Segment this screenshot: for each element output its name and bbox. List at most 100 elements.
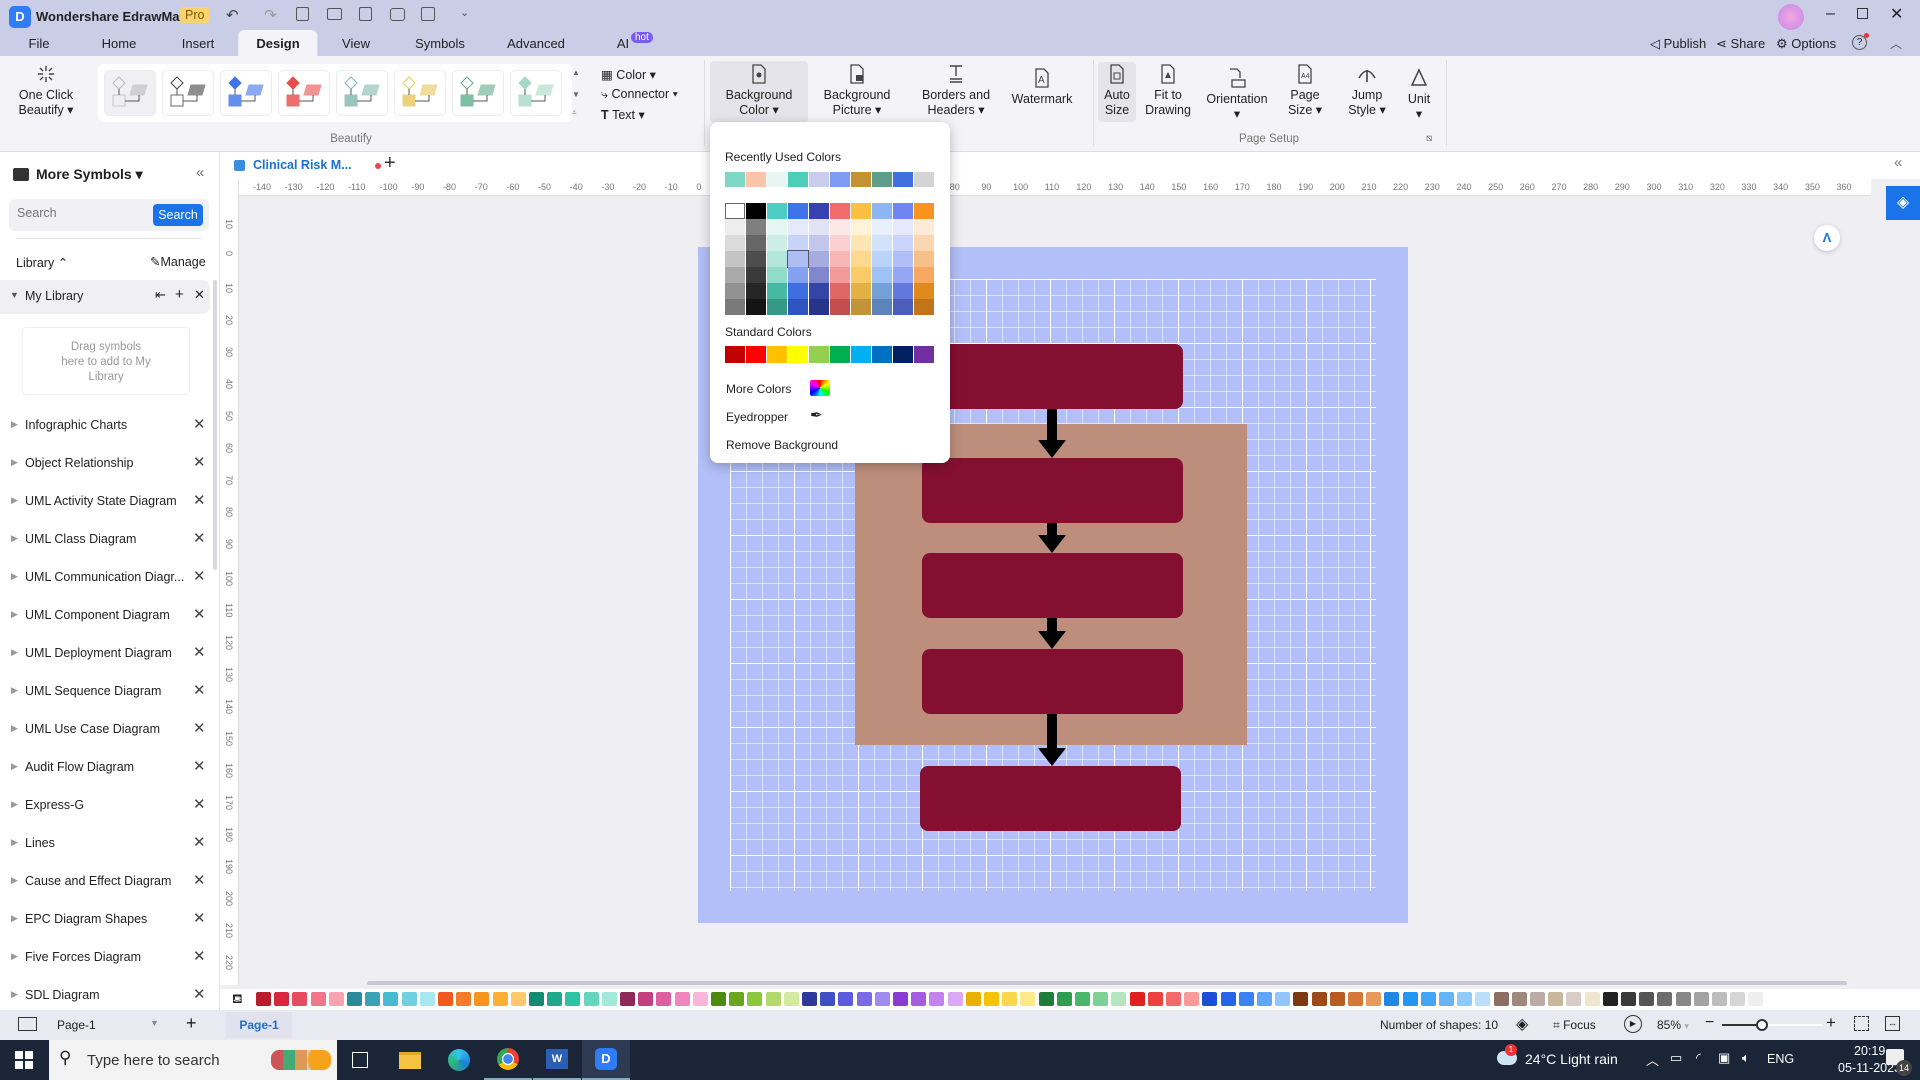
collapse-sidebar-icon[interactable]: « [196,164,204,181]
library-category-item[interactable]: ▶ UML Activity State Diagram ✕ [0,490,215,514]
close-category-icon[interactable]: ✕ [193,567,206,585]
fullscreen-icon[interactable] [1854,1016,1869,1031]
quick-color-swatch[interactable] [874,992,890,1006]
theme-color-swatch[interactable] [830,251,850,267]
standard-color-swatch[interactable] [767,346,787,363]
symbol-search-input[interactable] [17,206,147,220]
theme-color-swatch[interactable] [809,267,829,283]
close-category-icon[interactable]: ✕ [193,871,206,889]
close-category-icon[interactable]: ✕ [193,529,206,547]
quick-color-swatch[interactable] [347,992,362,1006]
gallery-expand[interactable]: ⩡ [572,108,577,118]
theme-color-swatch[interactable] [851,235,871,251]
quick-color-swatch[interactable] [419,992,435,1006]
standard-color-swatch[interactable] [914,346,934,363]
export-icon[interactable] [421,7,435,21]
theme-color-swatch[interactable] [767,251,787,267]
theme-color-swatch[interactable] [830,283,850,299]
theme-color-swatch[interactable] [914,219,934,235]
theme-color-swatch[interactable] [746,251,766,267]
theme-color-swatch[interactable] [830,203,850,219]
quick-color-swatch[interactable] [1348,992,1363,1006]
beautify-style-1[interactable] [104,70,156,116]
quick-color-swatch[interactable] [783,992,799,1006]
theme-color-swatch[interactable] [788,299,808,315]
quick-color-swatch[interactable] [438,992,453,1006]
quick-color-swatch[interactable] [1275,992,1291,1006]
theme-color-swatch[interactable] [914,235,934,251]
close-category-icon[interactable]: ✕ [193,415,206,433]
theme-color-swatch[interactable] [725,219,745,235]
close-category-icon[interactable]: ✕ [193,605,206,623]
recent-color-swatch[interactable] [872,172,892,187]
chrome-icon[interactable] [484,1040,532,1080]
beautify-style-5[interactable] [336,70,388,116]
theme-color-swatch[interactable] [767,235,787,251]
process-box-3[interactable] [922,553,1183,618]
auto-size-button[interactable]: Auto Size [1097,64,1137,118]
theme-color-swatch[interactable] [893,299,913,315]
fit-width-icon[interactable]: ↔ [1885,1016,1900,1031]
print-icon[interactable] [390,8,405,21]
theme-color-swatch[interactable] [788,203,808,219]
tab-home[interactable]: Home [102,36,137,51]
theme-color-swatch[interactable] [809,251,829,267]
close-category-icon[interactable]: ✕ [193,643,206,661]
theme-color-swatch[interactable] [809,219,829,235]
eyedropper-option[interactable]: Eyedropper ✒ [720,405,940,429]
close-category-icon[interactable]: ✕ [193,453,206,471]
quick-color-swatch[interactable] [1730,992,1746,1006]
recent-color-swatch[interactable] [767,172,787,187]
connector-arrow-3[interactable] [1032,618,1072,649]
theme-color-swatch[interactable] [809,203,829,219]
close-category-icon[interactable]: ✕ [193,681,206,699]
quick-color-swatch[interactable] [656,992,672,1006]
quick-color-swatch[interactable] [838,992,854,1006]
redo-icon[interactable]: ↷ [264,6,277,24]
theme-color-swatch[interactable] [767,267,787,283]
quick-color-swatch[interactable] [1457,992,1473,1006]
quick-color-swatch[interactable] [1093,992,1109,1006]
unit-button[interactable]: Unit ▾ [1399,68,1439,122]
gallery-scroll-down[interactable]: ▼ [572,90,580,99]
more-colors-option[interactable]: More Colors [720,377,940,401]
beautify-style-2[interactable] [162,70,214,116]
add-page-button[interactable]: + [186,1013,197,1034]
quick-color-swatch[interactable] [1621,992,1636,1006]
quick-color-swatch[interactable] [984,992,999,1006]
quick-color-swatch[interactable] [1329,992,1345,1006]
standard-color-swatch[interactable] [893,346,913,363]
recent-color-swatch[interactable] [893,172,913,187]
quick-color-swatch[interactable] [1293,992,1309,1006]
quick-color-swatch[interactable] [1493,992,1509,1006]
quick-color-swatch[interactable] [1020,992,1036,1006]
theme-color-swatch[interactable] [872,251,892,267]
theme-color-swatch[interactable] [746,219,766,235]
quick-color-swatch[interactable] [1147,992,1163,1006]
drawing-canvas[interactable]: Ʌ [239,196,1871,985]
close-icon[interactable]: ✕ [1890,4,1903,24]
quick-color-swatch[interactable] [711,992,726,1006]
recent-color-swatch[interactable] [725,172,745,187]
theme-color-swatch[interactable] [725,203,745,219]
close-category-icon[interactable]: ✕ [193,985,206,1003]
theme-color-swatch[interactable] [893,219,913,235]
quick-color-swatch[interactable] [1712,992,1727,1006]
theme-color-swatch[interactable] [830,235,850,251]
close-category-icon[interactable]: ✕ [193,909,206,927]
recent-color-swatch[interactable] [851,172,871,187]
quick-color-swatch[interactable] [674,992,690,1006]
open-folder-icon[interactable] [327,8,342,20]
theme-color-swatch[interactable] [767,299,787,315]
quick-color-swatch[interactable] [729,992,745,1006]
library-category-item[interactable]: ▶ UML Deployment Diagram ✕ [0,642,215,666]
theme-color-swatch[interactable] [893,267,913,283]
quick-color-swatch[interactable] [547,992,563,1006]
volume-icon[interactable]: 🔈︎ [1742,1050,1750,1066]
tab-insert[interactable]: Insert [182,36,215,51]
beautify-style-7[interactable] [452,70,504,116]
quick-color-swatch[interactable] [1602,992,1618,1006]
process-box-4[interactable] [922,649,1183,714]
library-category-item[interactable]: ▶ UML Use Case Diagram ✕ [0,718,215,742]
theme-color-swatch[interactable] [788,267,808,283]
